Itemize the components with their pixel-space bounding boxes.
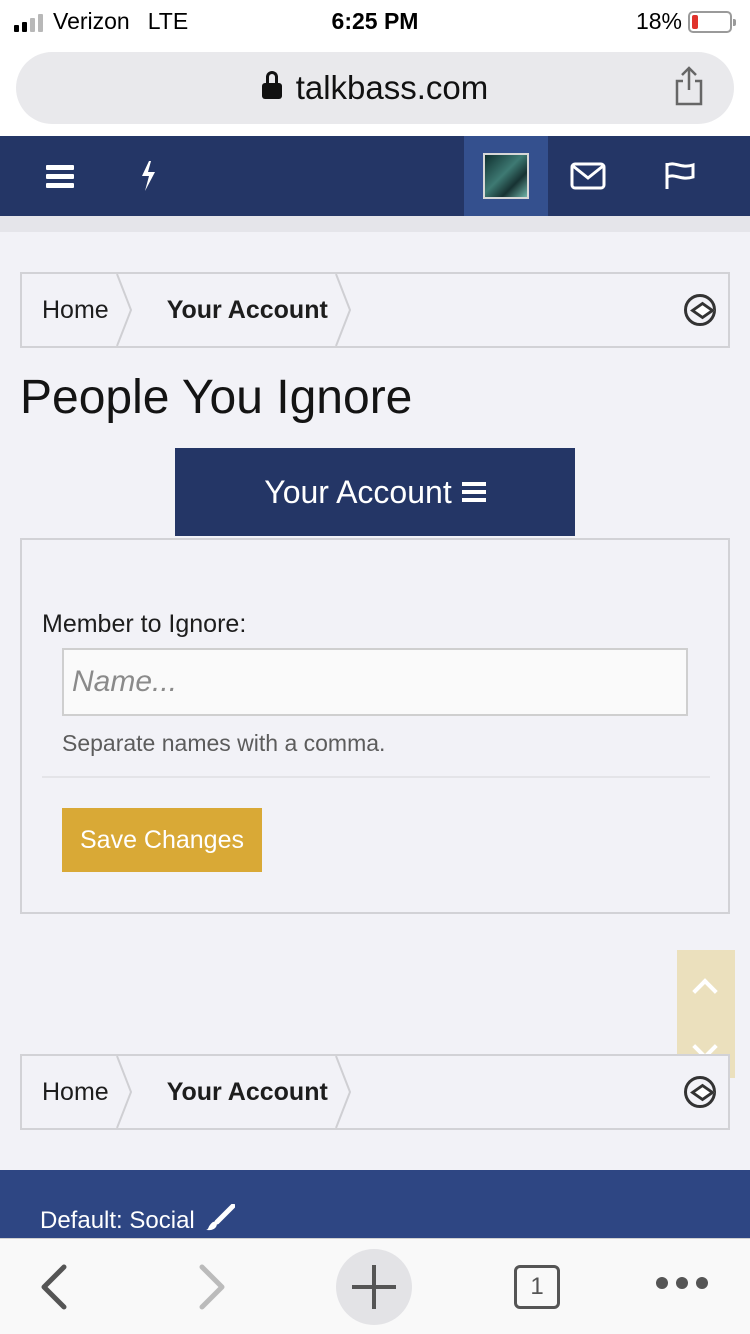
breadcrumb-account-label: Your Account [166,1077,328,1106]
flag-icon[interactable] [660,136,700,216]
url-text: talkbass.com [295,69,489,106]
bolt-icon[interactable] [128,136,168,216]
form-divider [42,776,710,778]
avatar-button[interactable] [464,136,548,216]
forward-icon[interactable] [198,1263,228,1311]
lock-icon [261,71,282,103]
breadcrumb-account[interactable]: Your Account [139,274,358,346]
site-footer: Default: Social [0,1170,750,1240]
breadcrumb-separator [334,274,351,346]
page-title: People You Ignore [20,371,413,424]
member-name-input[interactable] [62,648,688,716]
paintbrush-icon [206,1203,236,1231]
member-label: Member to Ignore: [42,610,247,638]
breadcrumb-bottom: Home Your Account [20,1054,730,1130]
breadcrumb-separator [115,274,132,346]
ignore-form: Member to Ignore: Separate names with a … [20,538,730,914]
more-icon[interactable] [656,1277,708,1289]
compass-icon[interactable] [684,294,716,326]
menu-icon [461,478,486,506]
breadcrumb-home-label: Home [42,1077,109,1106]
browser-toolbar: 1 [0,1238,750,1334]
account-menu-label: Your Account [264,473,452,510]
address-bar[interactable]: talkbass.com [16,52,734,124]
mail-icon[interactable] [566,136,610,216]
breadcrumb: Home Your Account [20,272,730,348]
battery-icon [688,10,736,33]
breadcrumb-account[interactable]: Your Account [139,1056,358,1128]
browser-header: talkbass.com [0,44,750,136]
breadcrumb-account-label: Your Account [166,295,328,324]
compass-icon[interactable] [684,1076,716,1108]
breadcrumb-separator [115,1056,132,1128]
input-hint: Separate names with a comma. [62,730,386,756]
style-label: Default: Social [40,1207,195,1234]
status-bar: Verizon LTE 6:25 PM 18% [0,0,750,44]
avatar [483,153,529,199]
menu-icon[interactable] [40,136,80,216]
battery-fill [692,14,698,29]
scroll-up-icon[interactable] [692,978,718,1004]
status-right: 18% [635,8,736,35]
plus-icon[interactable] [336,1249,412,1325]
share-icon[interactable] [672,66,706,106]
account-menu-button[interactable]: Your Account [175,448,575,536]
nav-divider [0,216,750,232]
battery-percent: 18% [635,8,682,34]
save-button[interactable]: Save Changes [62,808,262,872]
tabs-icon[interactable]: 1 [514,1265,560,1309]
breadcrumb-separator [334,1056,351,1128]
breadcrumb-home-label: Home [42,295,109,324]
style-chooser[interactable]: Default: Social [40,1203,236,1235]
site-nav [0,136,750,216]
tab-count: 1 [530,1273,544,1300]
breadcrumb-home[interactable]: Home [22,274,139,346]
breadcrumb-home[interactable]: Home [22,1056,139,1128]
back-icon[interactable] [38,1263,68,1311]
